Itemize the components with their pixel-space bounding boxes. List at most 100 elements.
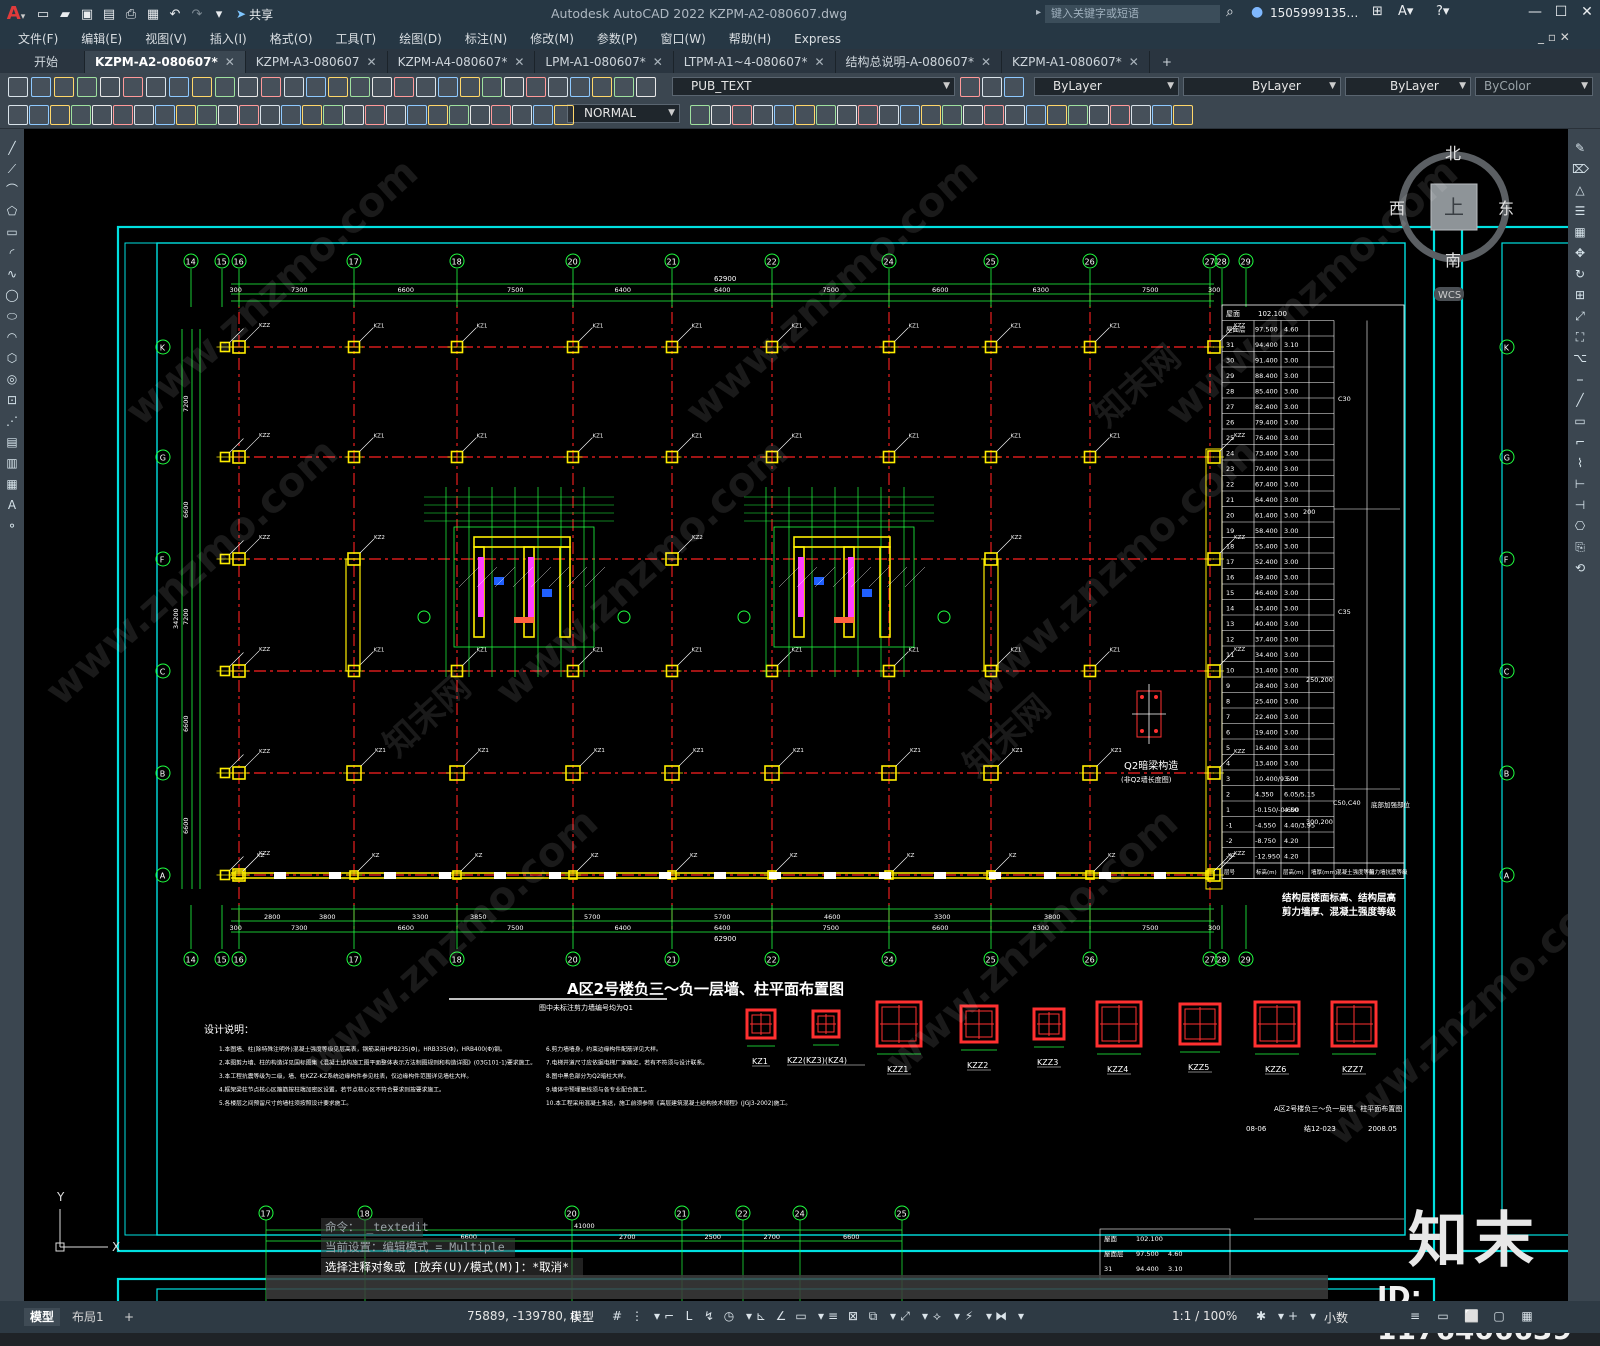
toolpalette-icon[interactable] bbox=[372, 77, 392, 97]
modify-tool-0-icon[interactable]: ✎ bbox=[1572, 141, 1588, 155]
draw-tool-4-icon[interactable]: ▭ bbox=[4, 225, 20, 239]
dimedit-icon[interactable] bbox=[344, 105, 364, 125]
status-toggle-16-icon[interactable]: ⤢ bbox=[898, 1309, 912, 1323]
status-toggle-26-icon[interactable]: + bbox=[1286, 1309, 1300, 1323]
save-icon[interactable] bbox=[54, 77, 74, 97]
doc-window-controls[interactable]: _ ▫ ✕ bbox=[1538, 30, 1570, 44]
diameter-icon[interactable] bbox=[113, 105, 133, 125]
plot-icon[interactable] bbox=[614, 77, 634, 97]
layer-dropdown[interactable]: PUB_TEXT ▼ bbox=[672, 77, 955, 96]
continue-icon[interactable] bbox=[942, 105, 962, 125]
publish-icon[interactable] bbox=[123, 77, 143, 97]
help-icon[interactable] bbox=[460, 77, 480, 97]
radius-icon[interactable] bbox=[92, 105, 112, 125]
center-icon[interactable] bbox=[281, 105, 301, 125]
preview-icon[interactable] bbox=[100, 77, 120, 97]
sheetset-icon[interactable] bbox=[394, 77, 414, 97]
plotstyle-dropdown[interactable]: ByColor ▼ bbox=[1475, 77, 1593, 96]
status-toggle-22-icon[interactable]: ⧓ bbox=[994, 1309, 1008, 1323]
array-icon[interactable] bbox=[491, 105, 511, 125]
save-as-icon[interactable]: ▤ bbox=[98, 4, 120, 24]
search-input[interactable]: 键入关键字或短语 bbox=[1045, 5, 1220, 23]
markup-icon[interactable] bbox=[416, 77, 436, 97]
copy-obj-icon[interactable] bbox=[428, 105, 448, 125]
menu-help[interactable]: 帮助(H) bbox=[717, 30, 782, 47]
designcenter-icon[interactable] bbox=[350, 77, 370, 97]
status-right-4-icon[interactable]: ▦ bbox=[1520, 1309, 1534, 1323]
status-toggle-24-icon[interactable]: ✱ bbox=[1254, 1309, 1268, 1323]
new-tab-button[interactable]: + bbox=[1150, 51, 1184, 73]
menu-view[interactable]: 视图(V) bbox=[133, 30, 198, 47]
menu-parametric[interactable]: 参数(P) bbox=[585, 30, 649, 47]
ordinate-icon[interactable] bbox=[71, 105, 91, 125]
new-icon[interactable]: ▭ bbox=[32, 4, 54, 24]
customize-icon[interactable]: ▾ bbox=[208, 4, 230, 24]
redo-icon[interactable]: ↷ bbox=[186, 4, 208, 24]
aligned-dim-icon[interactable] bbox=[774, 105, 794, 125]
tab-close-icon[interactable]: ✕ bbox=[653, 55, 663, 69]
model-space-button[interactable]: 模型 bbox=[570, 1308, 594, 1325]
publish-icon[interactable] bbox=[960, 77, 980, 97]
menu-window[interactable]: 窗口(W) bbox=[649, 30, 717, 47]
radius-icon[interactable] bbox=[837, 105, 857, 125]
modify-tool-3-icon[interactable]: ☰ bbox=[1572, 204, 1588, 218]
menu-dimension[interactable]: 标注(N) bbox=[453, 30, 518, 47]
tab-close-icon[interactable]: ✕ bbox=[814, 55, 824, 69]
modify-tool-17-icon[interactable]: ⊣ bbox=[1572, 498, 1588, 512]
status-toggle-8-icon[interactable]: ⊾ bbox=[754, 1309, 768, 1323]
app-logo[interactable]: A▾ bbox=[0, 0, 32, 28]
modify-tool-10-icon[interactable]: ⌥ bbox=[1572, 351, 1588, 365]
calc-icon[interactable] bbox=[438, 77, 458, 97]
modify-tool-12-icon[interactable]: ╱ bbox=[1572, 393, 1588, 407]
layout1-tab[interactable]: 布局1 bbox=[66, 1308, 110, 1326]
space-icon[interactable] bbox=[218, 105, 238, 125]
status-toggle-18-icon[interactable]: ⟡ bbox=[930, 1309, 944, 1323]
modify-tool-6-icon[interactable]: ↻ bbox=[1572, 267, 1588, 281]
draw-tool-6-icon[interactable]: ∿ bbox=[4, 267, 20, 281]
color-dropdown[interactable]: ByLayer ▼ bbox=[1034, 77, 1179, 96]
draw-tool-7-icon[interactable]: ◯ bbox=[4, 288, 20, 302]
draw-tool-15-icon[interactable]: ▥ bbox=[4, 456, 20, 470]
status-toggle-3-icon[interactable]: ⌐ bbox=[662, 1309, 676, 1323]
open-icon[interactable] bbox=[570, 77, 590, 97]
tab-close-icon[interactable]: ✕ bbox=[225, 55, 235, 69]
ordinate-icon[interactable] bbox=[816, 105, 836, 125]
tab-start[interactable]: 开始 bbox=[20, 51, 86, 73]
update-icon[interactable] bbox=[386, 105, 406, 125]
dimstyle-dropdown[interactable]: NORMAL ▼ bbox=[567, 104, 680, 123]
modify-tool-2-icon[interactable]: △ bbox=[1572, 183, 1588, 197]
move-icon[interactable] bbox=[407, 105, 427, 125]
draw-tool-12-icon[interactable]: ⊡ bbox=[4, 393, 20, 407]
modify-tool-7-icon[interactable]: ⊞ bbox=[1572, 288, 1588, 302]
draw-tool-1-icon[interactable]: ⟋ bbox=[4, 162, 20, 176]
tab-close-icon[interactable]: ✕ bbox=[367, 55, 377, 69]
layer-icon[interactable] bbox=[482, 77, 502, 97]
fillet-icon[interactable] bbox=[732, 105, 752, 125]
print-icon[interactable]: ▦ bbox=[142, 4, 164, 24]
quick-dim-icon[interactable] bbox=[155, 105, 175, 125]
tab-kzpm-a4[interactable]: KZPM-A4-080607* ✕ bbox=[388, 51, 536, 73]
space-icon[interactable] bbox=[963, 105, 983, 125]
copy-icon[interactable] bbox=[169, 77, 189, 97]
status-toggle-4-icon[interactable]: L bbox=[682, 1309, 696, 1323]
cut-icon[interactable] bbox=[982, 77, 1002, 97]
modify-tool-19-icon[interactable]: ⎘ bbox=[1572, 540, 1588, 554]
save-icon[interactable]: ▣ bbox=[76, 4, 98, 24]
draw-tool-18-icon[interactable]: ⚬ bbox=[4, 519, 20, 533]
linear-dim-icon[interactable] bbox=[8, 105, 28, 125]
quick-dim-icon[interactable] bbox=[900, 105, 920, 125]
draw-tool-17-icon[interactable]: A bbox=[4, 498, 20, 512]
close-icon[interactable]: ✕ bbox=[1576, 4, 1598, 20]
status-toggle-0-icon[interactable]: # bbox=[610, 1309, 624, 1323]
tab-kzpm-a3[interactable]: KZPM-A3-080607 ✕ bbox=[246, 51, 388, 73]
move-icon[interactable] bbox=[1152, 105, 1172, 125]
modify-tool-4-icon[interactable]: ▦ bbox=[1572, 225, 1588, 239]
undo-icon[interactable]: ↶ bbox=[164, 4, 186, 24]
draw-tool-14-icon[interactable]: ▤ bbox=[4, 435, 20, 449]
search-expand-icon[interactable]: ▸ bbox=[1036, 7, 1041, 18]
save-icon[interactable] bbox=[592, 77, 612, 97]
annotation-scale[interactable]: 1:1 / 100% bbox=[1172, 1309, 1237, 1323]
share-button[interactable]: ➤ 共享 bbox=[236, 6, 273, 23]
menu-modify[interactable]: 修改(M) bbox=[518, 30, 585, 47]
offset-icon[interactable] bbox=[470, 105, 490, 125]
